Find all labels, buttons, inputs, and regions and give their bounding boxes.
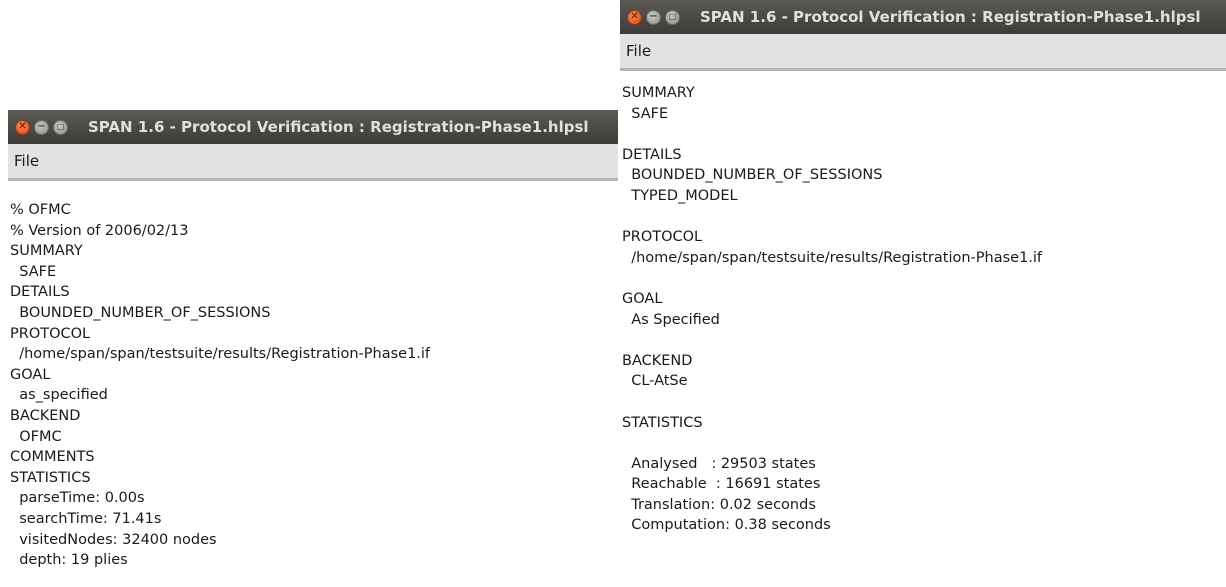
- file-menu[interactable]: File: [626, 42, 651, 60]
- maximize-icon[interactable]: □: [665, 9, 680, 25]
- output-line: STATISTICS: [622, 414, 703, 431]
- output-line: As Specified: [622, 311, 720, 328]
- output-line: as_specified: [10, 387, 108, 404]
- window-controls: ✕ − □: [620, 9, 684, 25]
- output-line: Translation: 0.02 seconds: [622, 496, 816, 513]
- window-title: SPAN 1.6 - Protocol Verification : Regis…: [88, 118, 589, 136]
- output-line: OFMC: [10, 428, 62, 445]
- output-line: TYPED_MODEL: [622, 187, 738, 204]
- output-line: Analysed : 29503 states: [622, 455, 816, 472]
- output-line: STATISTICS: [10, 469, 91, 486]
- output-line: depth: 19 plies: [10, 552, 128, 569]
- output-line: BACKEND: [622, 352, 693, 369]
- output-text: SUMMARY SAFE DETAILS BOUNDED_NUMBER_OF_S…: [620, 71, 1226, 536]
- maximize-icon[interactable]: □: [53, 119, 68, 135]
- output-line: DETAILS: [10, 284, 70, 301]
- span-window-right: ✕ − □ SPAN 1.6 - Protocol Verification :…: [620, 0, 1226, 587]
- file-menu[interactable]: File: [14, 152, 39, 170]
- output-line: CL-AtSe: [622, 373, 688, 390]
- close-icon[interactable]: ✕: [627, 9, 642, 25]
- output-line: SUMMARY: [10, 243, 83, 260]
- output-line: visitedNodes: 32400 nodes: [10, 531, 217, 548]
- output-line: SAFE: [622, 105, 669, 122]
- output-line: % OFMC: [10, 202, 71, 218]
- output-line: Reachable : 16691 states: [622, 476, 821, 493]
- output-line: SAFE: [10, 263, 57, 280]
- window-title: SPAN 1.6 - Protocol Verification : Regis…: [700, 8, 1201, 26]
- output-line: PROTOCOL: [622, 229, 703, 246]
- output-line: GOAL: [622, 290, 663, 307]
- output-line: BOUNDED_NUMBER_OF_SESSIONS: [10, 304, 271, 321]
- output-line: /home/span/span/testsuite/results/Regist…: [10, 346, 431, 363]
- minimize-icon[interactable]: −: [646, 9, 661, 25]
- span-window-left: ✕ − □ SPAN 1.6 - Protocol Verification :…: [8, 110, 618, 587]
- output-line: BOUNDED_NUMBER_OF_SESSIONS: [622, 167, 883, 184]
- close-icon[interactable]: ✕: [15, 119, 30, 135]
- output-line: % Version of 2006/02/13: [10, 222, 189, 239]
- output-line: searchTime: 71.41s: [10, 510, 162, 527]
- output-line: BACKEND: [10, 407, 81, 424]
- title-bar[interactable]: ✕ − □ SPAN 1.6 - Protocol Verification :…: [8, 110, 618, 144]
- output-text: % OFMC % Version of 2006/02/13 SUMMARY S…: [8, 181, 618, 571]
- output-line: /home/span/span/testsuite/results/Regist…: [622, 249, 1043, 266]
- title-bar[interactable]: ✕ − □ SPAN 1.6 - Protocol Verification :…: [620, 0, 1226, 34]
- output-line: COMMENTS: [10, 449, 95, 466]
- output-line: DETAILS: [622, 146, 682, 163]
- window-controls: ✕ − □: [8, 119, 72, 135]
- output-line: SUMMARY: [622, 85, 695, 101]
- output-line: parseTime: 0.00s: [10, 490, 145, 507]
- output-line: Computation: 0.38 seconds: [622, 517, 831, 534]
- output-line: GOAL: [10, 366, 51, 383]
- menu-bar: File: [8, 144, 618, 181]
- output-line: PROTOCOL: [10, 325, 91, 342]
- menu-bar: File: [620, 34, 1226, 71]
- minimize-icon[interactable]: −: [34, 119, 49, 135]
